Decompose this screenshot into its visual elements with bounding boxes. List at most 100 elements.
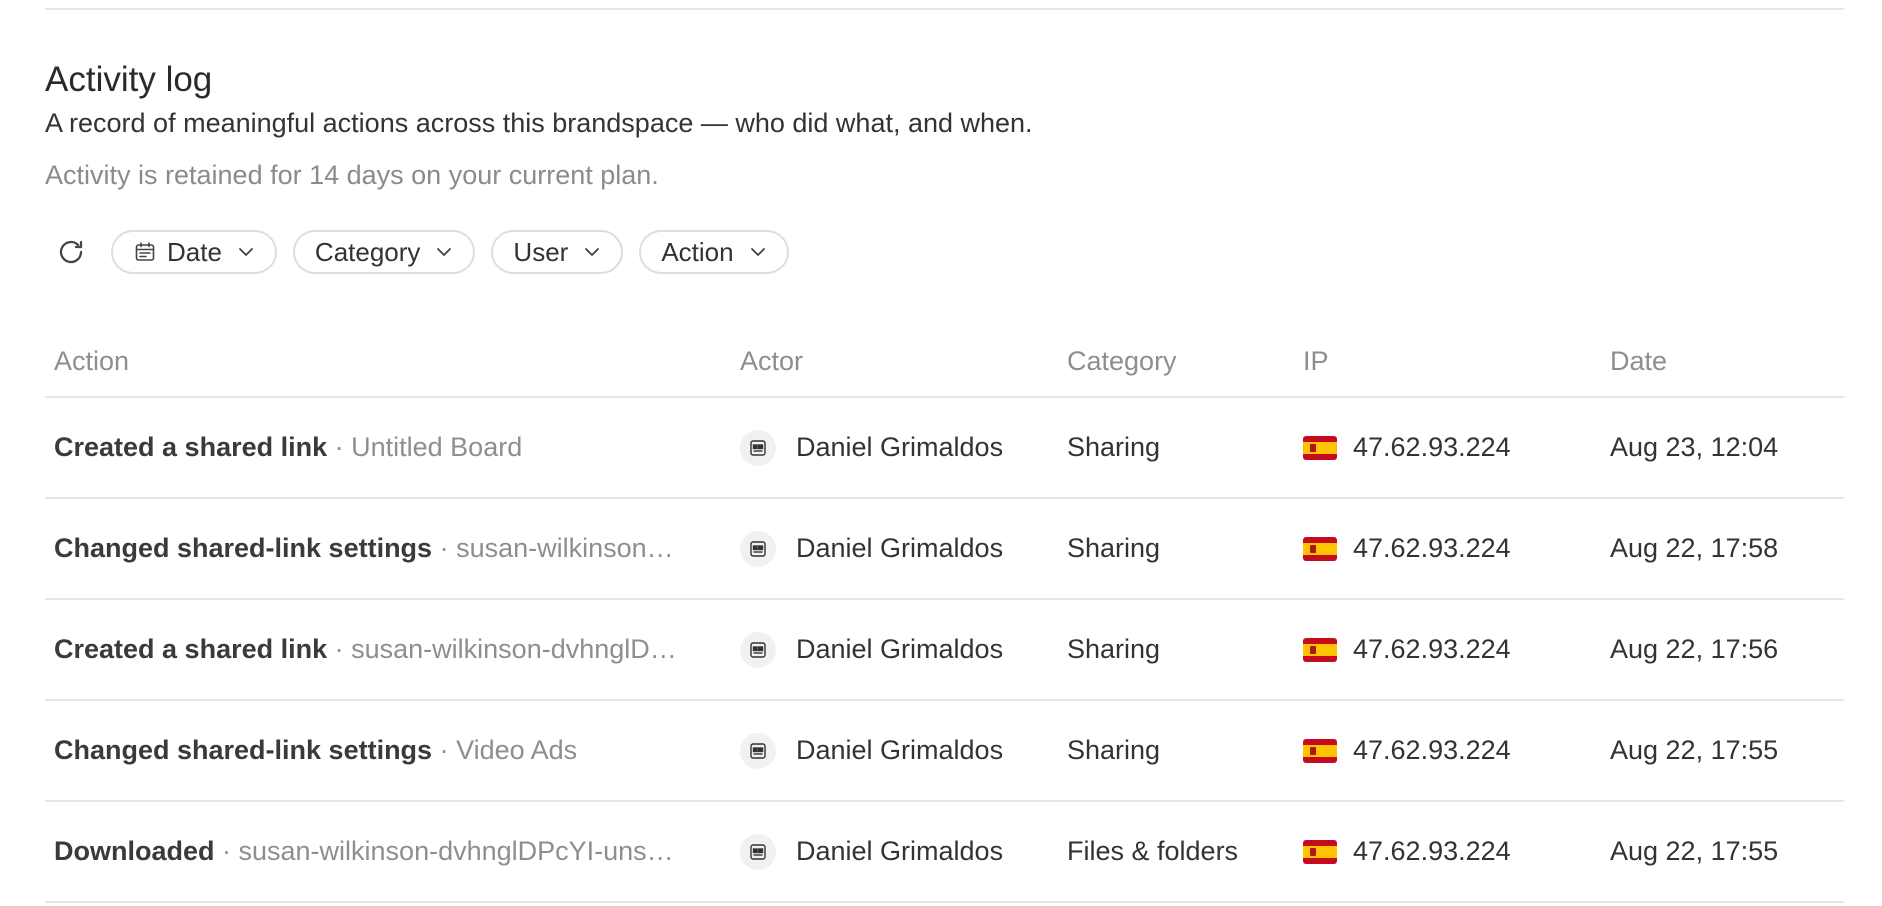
action-separator: · <box>327 432 352 462</box>
date-cell: Aug 23, 12:04 <box>1610 398 1778 497</box>
page-subtitle: A record of meaningful actions across th… <box>45 108 1033 138</box>
action-cell: Created a shared link · Untitled Board <box>54 398 730 497</box>
category-text: Sharing <box>1067 432 1161 462</box>
ip-address: 47.62.93.224 <box>1353 735 1511 765</box>
date-filter-label: Date <box>167 236 222 267</box>
action-name: Changed shared-link settings <box>54 735 433 765</box>
column-header-date: Date <box>1610 346 1668 376</box>
avatar <box>740 833 776 870</box>
category-cell: Sharing <box>1067 600 1160 699</box>
action-filter-button[interactable]: Action <box>639 230 789 274</box>
table-row[interactable]: Downloaded · susan-wilkinson-dvhnglDPcYI… <box>45 802 1844 903</box>
avatar <box>740 631 776 668</box>
user-filter-label: User <box>513 236 569 267</box>
action-target: susan-wilkinson-dvhnglD… <box>351 634 677 664</box>
filter-toolbar: Date Category User Action <box>45 228 805 276</box>
ip-cell: 47.62.93.224 <box>1303 701 1511 800</box>
action-target: susan-wilkinson-dvhnglDPcYI-uns… <box>238 836 674 866</box>
category-text: Files & folders <box>1067 836 1239 866</box>
actor-name: Daniel Grimaldos <box>796 533 1004 563</box>
table-row[interactable]: Changed shared-link settings · susan-wil… <box>45 499 1844 600</box>
table-row[interactable]: Created a shared link · Untitled Board D… <box>45 398 1844 499</box>
spain-flag-icon <box>1303 536 1337 561</box>
action-name: Created a shared link <box>54 634 328 664</box>
ip-cell: 47.62.93.224 <box>1303 398 1511 497</box>
actor-cell: Daniel Grimaldos <box>740 600 1003 699</box>
category-cell: Files & folders <box>1067 802 1238 901</box>
action-name: Created a shared link <box>54 432 328 462</box>
action-target: Video Ads <box>456 735 578 765</box>
column-header-category: Category <box>1067 346 1177 376</box>
ip-cell: 47.62.93.224 <box>1303 600 1511 699</box>
ip-cell: 47.62.93.224 <box>1303 499 1511 598</box>
ip-address: 47.62.93.224 <box>1353 533 1511 563</box>
calendar-icon <box>133 240 157 264</box>
date-cell: Aug 22, 17:55 <box>1610 802 1778 901</box>
date-text: Aug 23, 12:04 <box>1610 432 1779 462</box>
ip-address: 47.62.93.224 <box>1353 836 1511 866</box>
actor-cell: Daniel Grimaldos <box>740 802 1003 901</box>
table-row[interactable]: Changed shared-link settings · Video Ads… <box>45 701 1844 802</box>
ip-cell: 47.62.93.224 <box>1303 802 1511 901</box>
category-cell: Sharing <box>1067 499 1160 598</box>
column-header-action: Action <box>54 346 130 376</box>
chevron-down-icon <box>434 242 454 262</box>
spain-flag-icon <box>1303 839 1337 864</box>
date-text: Aug 22, 17:58 <box>1610 533 1779 563</box>
actor-name: Daniel Grimaldos <box>796 634 1004 664</box>
actor-cell: Daniel Grimaldos <box>740 398 1003 497</box>
actor-name: Daniel Grimaldos <box>796 836 1004 866</box>
category-filter-label: Category <box>314 236 421 267</box>
ip-address: 47.62.93.224 <box>1353 634 1511 664</box>
date-text: Aug 22, 17:56 <box>1610 634 1779 664</box>
action-cell: Changed shared-link settings · susan-wil… <box>54 499 730 598</box>
actor-name: Daniel Grimaldos <box>796 735 1004 765</box>
spain-flag-icon <box>1303 738 1337 763</box>
table-header: Action Actor Category IP Date <box>45 336 1844 398</box>
category-cell: Sharing <box>1067 701 1160 800</box>
action-separator: · <box>432 533 457 563</box>
page-title: Activity log <box>45 60 213 99</box>
action-target: Untitled Board <box>351 432 523 462</box>
spain-flag-icon <box>1303 435 1337 460</box>
actor-cell: Daniel Grimaldos <box>740 701 1003 800</box>
category-text: Sharing <box>1067 735 1161 765</box>
action-separator: · <box>327 634 352 664</box>
spain-flag-icon <box>1303 637 1337 662</box>
date-filter-button[interactable]: Date <box>111 230 277 274</box>
action-target: susan-wilkinson… <box>456 533 674 563</box>
category-cell: Sharing <box>1067 398 1160 497</box>
category-text: Sharing <box>1067 533 1161 563</box>
table-row[interactable]: Created a shared link · susan-wilkinson-… <box>45 600 1844 701</box>
column-header-actor: Actor <box>740 346 804 376</box>
activity-table: Action Actor Category IP Date Created a … <box>45 336 1844 903</box>
refresh-icon <box>56 237 86 267</box>
chevron-down-icon <box>582 242 602 262</box>
category-filter-button[interactable]: Category <box>292 230 476 274</box>
action-cell: Created a shared link · susan-wilkinson-… <box>54 600 730 699</box>
date-cell: Aug 22, 17:55 <box>1610 701 1778 800</box>
actor-name: Daniel Grimaldos <box>796 432 1004 462</box>
chevron-down-icon <box>236 242 256 262</box>
action-separator: · <box>432 735 457 765</box>
actor-cell: Daniel Grimaldos <box>740 499 1003 598</box>
date-text: Aug 22, 17:55 <box>1610 836 1779 866</box>
action-filter-label: Action <box>661 236 734 267</box>
column-header-ip: IP <box>1303 346 1329 376</box>
action-name: Changed shared-link settings <box>54 533 433 563</box>
avatar <box>740 732 776 769</box>
retention-note: Activity is retained for 14 days on your… <box>45 160 659 190</box>
action-name: Downloaded <box>54 836 215 866</box>
avatar <box>740 429 776 466</box>
action-cell: Downloaded · susan-wilkinson-dvhnglDPcYI… <box>54 802 730 901</box>
action-separator: · <box>214 836 239 866</box>
chevron-down-icon <box>748 242 768 262</box>
avatar <box>740 530 776 567</box>
action-cell: Changed shared-link settings · Video Ads <box>54 701 730 800</box>
date-cell: Aug 22, 17:58 <box>1610 499 1778 598</box>
date-text: Aug 22, 17:55 <box>1610 735 1779 765</box>
user-filter-button[interactable]: User <box>491 230 624 274</box>
refresh-button[interactable] <box>45 228 97 276</box>
category-text: Sharing <box>1067 634 1161 664</box>
ip-address: 47.62.93.224 <box>1353 432 1511 462</box>
